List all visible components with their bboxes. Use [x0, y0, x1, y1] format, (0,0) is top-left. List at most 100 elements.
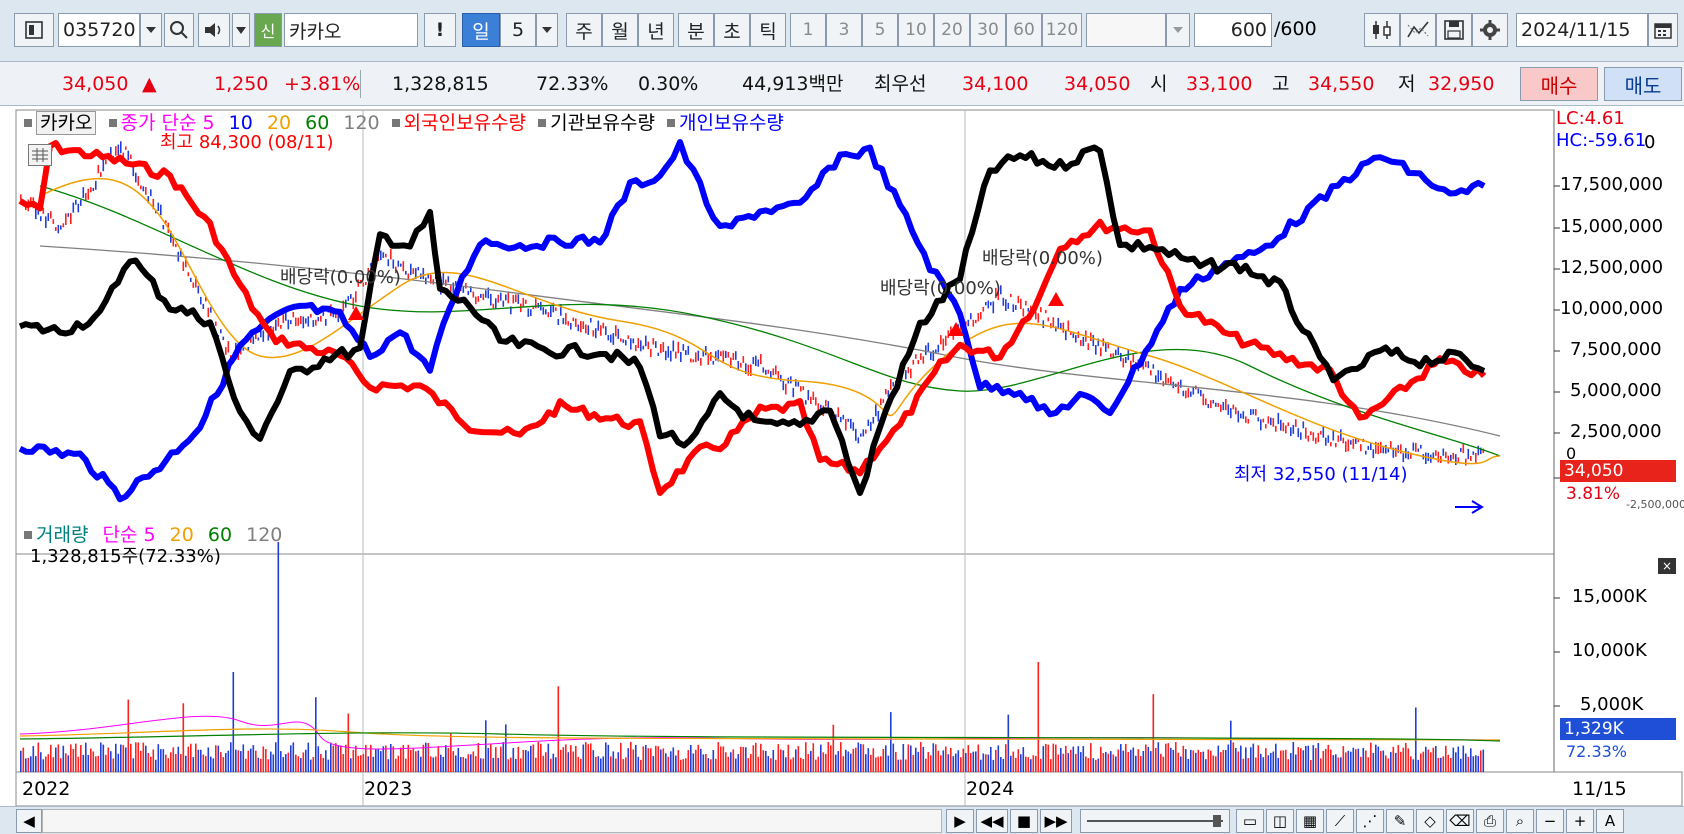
- scrollbar-track[interactable]: [42, 809, 942, 833]
- shape-icon[interactable]: ◇: [1416, 809, 1444, 833]
- legend-stock-name[interactable]: 카카오: [36, 111, 97, 135]
- sell-button[interactable]: 매도: [1604, 67, 1682, 101]
- zoom-out-icon[interactable]: −: [1536, 809, 1564, 833]
- period-day-button[interactable]: 일: [462, 13, 500, 47]
- price-candle: [667, 346, 670, 358]
- volume-legend-ma120[interactable]: 120: [246, 524, 282, 546]
- warning-button[interactable]: !: [424, 13, 456, 47]
- draw-icon[interactable]: ✎: [1386, 809, 1414, 833]
- volume-bar: [1115, 756, 1117, 772]
- legend-individual[interactable]: 개인보유수량: [679, 112, 784, 134]
- speaker-dropdown-icon[interactable]: [232, 13, 250, 47]
- period-dropdown-icon[interactable]: [536, 13, 558, 47]
- volume-bar: [1052, 743, 1055, 772]
- price-candle: [1232, 404, 1235, 410]
- zoom-slider[interactable]: [1080, 809, 1230, 833]
- volume-bar: [1217, 745, 1220, 772]
- price-candle: [890, 379, 892, 390]
- compare-icon[interactable]: [1400, 13, 1436, 47]
- trendline-icon[interactable]: ⟋: [1326, 809, 1354, 833]
- interval-button[interactable]: 3: [826, 13, 862, 47]
- close-icon[interactable]: ×: [1658, 558, 1676, 574]
- volume-bar: [760, 743, 762, 772]
- camera-icon[interactable]: ⎙: [1476, 809, 1504, 833]
- text-tool-icon[interactable]: A: [1596, 809, 1624, 833]
- period-month-button[interactable]: 월: [602, 13, 638, 47]
- interval-button[interactable]: 1: [790, 13, 826, 47]
- volume-bar: [1092, 758, 1095, 772]
- legend-institution[interactable]: 기관보유수량: [550, 112, 655, 134]
- fast-forward-icon[interactable]: ▶▶: [1040, 809, 1072, 833]
- stock-code-input[interactable]: 035720: [58, 13, 140, 47]
- chart-type-icon[interactable]: [1364, 13, 1400, 47]
- table-grid-icon[interactable]: [28, 144, 52, 166]
- interval-custom-field[interactable]: [1086, 13, 1166, 47]
- bar-count-input[interactable]: 600: [1194, 13, 1272, 47]
- period-min-button[interactable]: 분: [678, 13, 714, 47]
- zoom-in-icon[interactable]: +: [1566, 809, 1594, 833]
- interval-button[interactable]: 30: [970, 13, 1006, 47]
- legend-foreign[interactable]: 외국인보유수량: [404, 112, 526, 134]
- code-dropdown-icon[interactable]: [140, 13, 162, 47]
- interval-button[interactable]: 60: [1006, 13, 1042, 47]
- calendar-icon[interactable]: [1648, 13, 1678, 47]
- volume-bar: [530, 745, 532, 772]
- date-input[interactable]: 2024/11/15: [1516, 13, 1648, 47]
- volume-bar: [692, 753, 695, 772]
- interval-button[interactable]: 5: [862, 13, 898, 47]
- volume-bar: [712, 750, 715, 772]
- volume-bar: [687, 750, 690, 772]
- rewind-icon[interactable]: ◀◀: [976, 809, 1008, 833]
- volume-bar: [172, 747, 175, 772]
- volume-bar: [442, 756, 445, 772]
- price-candle: [1022, 308, 1025, 317]
- volume-bar: [1015, 757, 1017, 772]
- stock-name-field[interactable]: 카카오: [284, 13, 418, 47]
- screen-menu-icon[interactable]: [14, 13, 54, 47]
- volume-bar: [120, 744, 122, 772]
- volume-bar: [205, 756, 207, 772]
- interval-button[interactable]: 20: [934, 13, 970, 47]
- grid-icon[interactable]: ▦: [1296, 809, 1324, 833]
- volume-tick-label: 10,000K: [1572, 640, 1647, 661]
- period-sec-button[interactable]: 초: [714, 13, 750, 47]
- price-candle: [1165, 373, 1167, 385]
- fibonacci-icon[interactable]: ⋰: [1356, 809, 1384, 833]
- interval-button[interactable]: 10: [898, 13, 934, 47]
- volume-bar: [95, 756, 97, 772]
- chart-canvas[interactable]: [0, 106, 1684, 806]
- search-icon[interactable]: [164, 13, 194, 47]
- speaker-icon[interactable]: [198, 13, 230, 47]
- zoom-icon[interactable]: ⌕: [1506, 809, 1534, 833]
- split-icon[interactable]: ◫: [1266, 809, 1294, 833]
- price-candle: [802, 386, 805, 391]
- gear-icon[interactable]: [1472, 13, 1508, 47]
- layout-icon[interactable]: ▭: [1236, 809, 1264, 833]
- chart-area[interactable]: 카카오 종가 단순 5 10 20 60 120 외국인보유수량 기관보유수량 …: [0, 106, 1684, 806]
- legend-ma120[interactable]: 120: [343, 112, 379, 134]
- interval-dropdown-icon[interactable]: [1166, 13, 1190, 47]
- volume-bar: [762, 750, 765, 772]
- save-icon[interactable]: [1436, 13, 1472, 47]
- scroll-left-icon[interactable]: ◀: [16, 809, 42, 833]
- volume-bar: [645, 745, 647, 772]
- play-icon[interactable]: ▶: [946, 809, 974, 833]
- interval-button[interactable]: 120: [1042, 13, 1082, 47]
- volume-bar: [160, 749, 162, 772]
- volume-bar: [597, 756, 600, 772]
- price-candle: [1002, 297, 1005, 306]
- volume-bar: [545, 752, 547, 772]
- period-tick-button[interactable]: 틱: [750, 13, 786, 47]
- volume-bar: [1127, 752, 1130, 772]
- period-week-button[interactable]: 주: [566, 13, 602, 47]
- stop-icon[interactable]: ■: [1010, 809, 1038, 833]
- buy-button[interactable]: 매수: [1520, 67, 1598, 101]
- period-n-field[interactable]: 5: [500, 13, 536, 47]
- axis-bottom-partial: -2,500,000: [1626, 498, 1684, 511]
- period-year-button[interactable]: 년: [638, 13, 674, 47]
- price-candle: [680, 352, 682, 362]
- price-candle: [1045, 310, 1047, 314]
- volume-bar: [802, 759, 805, 772]
- eraser-icon[interactable]: ⌫: [1446, 809, 1474, 833]
- price-candle: [1372, 449, 1375, 459]
